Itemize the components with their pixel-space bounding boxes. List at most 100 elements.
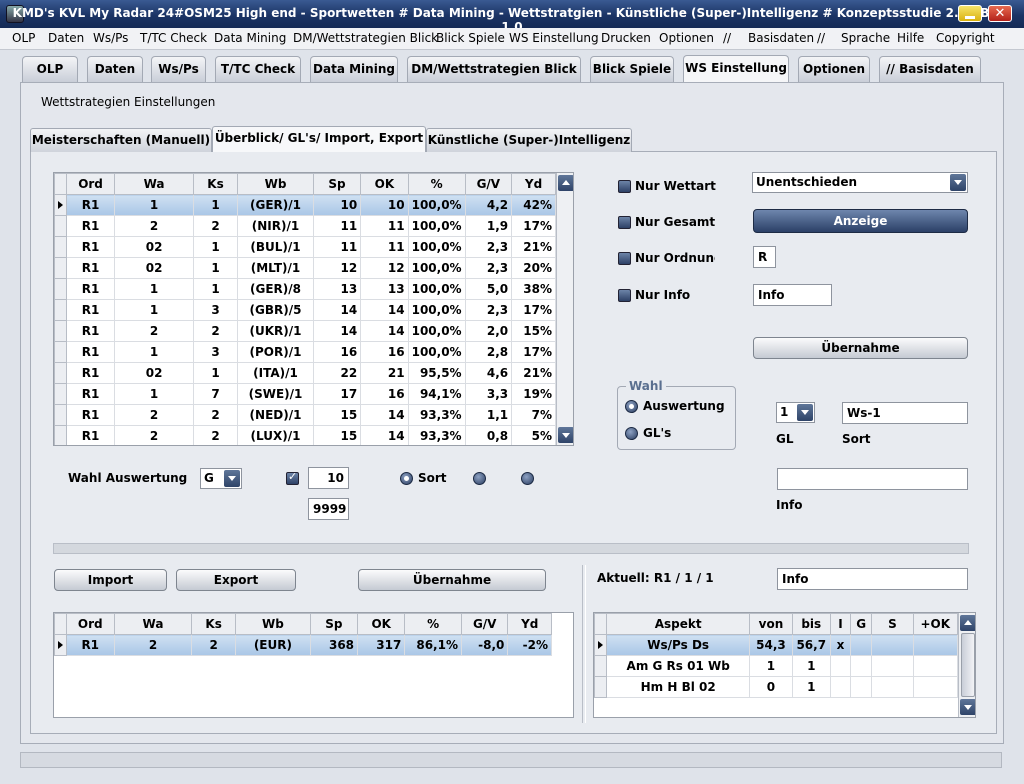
col-percent[interactable]: % xyxy=(407,173,466,195)
col-plus-ok[interactable]: +OK xyxy=(912,613,959,635)
close-button[interactable]: ✕ xyxy=(988,5,1012,22)
col-yd[interactable]: Yd xyxy=(511,173,556,195)
tab-olp[interactable]: OLP xyxy=(22,56,78,82)
summary-col-sp[interactable]: Sp xyxy=(309,613,359,635)
tab-meisterschaften[interactable]: Meisterschaften (Manuell) xyxy=(30,128,212,152)
summary-col-yd[interactable]: Yd xyxy=(507,613,552,635)
gl-combo[interactable]: 1 xyxy=(776,402,815,423)
table-row[interactable]: R1 1 3 (POR)/1 16 16 100,0% 2,8 17% xyxy=(54,341,556,363)
col-wb[interactable]: Wb xyxy=(237,173,314,195)
info-input[interactable]: Info xyxy=(753,284,832,306)
scroll-up-icon[interactable] xyxy=(960,615,975,631)
sort-radio[interactable] xyxy=(400,472,413,485)
tab-kuenstliche-intelligenz[interactable]: Künstliche (Super-)Intelligenz xyxy=(426,128,632,152)
col-i[interactable]: I xyxy=(829,613,852,635)
chevron-down-icon[interactable] xyxy=(950,174,966,191)
ordnung-input[interactable]: R xyxy=(753,246,776,268)
col-bis[interactable]: bis xyxy=(791,613,831,635)
menu-ws-ps[interactable]: Ws/Ps xyxy=(93,31,128,45)
summary-col-ord[interactable]: Ord xyxy=(65,613,115,635)
table-row[interactable]: R1 02 1 (ITA)/1 22 21 95,5% 4,6 21% xyxy=(54,362,556,384)
menu-basisdaten[interactable]: Basisdaten xyxy=(748,31,814,45)
uebernahme-filter-button[interactable]: Übernahme xyxy=(753,337,968,359)
menu-data-mining[interactable]: Data Mining xyxy=(214,31,286,45)
summary-col-wa[interactable]: Wa xyxy=(113,613,193,635)
col-wa[interactable]: Wa xyxy=(114,173,194,195)
max-input[interactable]: 9999 xyxy=(308,498,349,520)
nur-gesamt-checkbox[interactable] xyxy=(618,216,631,229)
table-row[interactable]: R1 02 1 (BUL)/1 11 11 100,0% 2,3 21% xyxy=(54,236,556,258)
tab-data-mining[interactable]: Data Mining xyxy=(310,56,398,82)
menu-optionen[interactable]: Optionen xyxy=(659,31,714,45)
strategy-table-scrollbar[interactable] xyxy=(556,173,573,445)
auswertung-radio[interactable] xyxy=(625,400,638,413)
menu-daten[interactable]: Daten xyxy=(48,31,84,45)
tab-ws-ps[interactable]: Ws/Ps xyxy=(151,56,206,82)
table-row[interactable]: R1 1 1 (GER)/8 13 13 100,0% 5,0 38% xyxy=(54,278,556,300)
chevron-down-icon[interactable] xyxy=(797,404,813,421)
menu-dm-wettstrategien-blick[interactable]: DM/Wettstrategien Blick xyxy=(293,31,438,45)
summary-col-gv[interactable]: G/V xyxy=(460,613,509,635)
table-row[interactable]: R1 1 3 (GBR)/5 14 14 100,0% 2,3 17% xyxy=(54,299,556,321)
col-sp[interactable]: Sp xyxy=(312,173,362,195)
menu-blick-spiele[interactable]: Blick Spiele xyxy=(436,31,505,45)
summary-col-ks[interactable]: Ks xyxy=(191,613,237,635)
gls-radio[interactable] xyxy=(625,427,638,440)
option-radio-3[interactable] xyxy=(521,472,534,485)
tab-t-tc-check[interactable]: T/TC Check xyxy=(215,56,301,82)
nur-ordnung-checkbox[interactable] xyxy=(618,252,631,265)
aktuell-info-input[interactable]: Info xyxy=(777,568,968,590)
col-ok[interactable]: OK xyxy=(360,173,409,195)
aspect-row[interactable]: Hm H Bl 02 0 1 xyxy=(594,676,959,698)
summary-row[interactable]: R1 2 2 (EUR) 368 317 86,1% -8,0 -2% xyxy=(54,634,552,656)
gl-info-input[interactable] xyxy=(777,468,968,490)
minimize-button[interactable] xyxy=(958,5,982,22)
summary-col-wb[interactable]: Wb xyxy=(235,613,311,635)
aspect-table-scrollbar[interactable] xyxy=(958,613,975,717)
col-s[interactable]: S xyxy=(871,613,914,635)
menu-drucken[interactable]: Drucken xyxy=(601,31,651,45)
table-row[interactable]: R1 2 2 (LUX)/1 15 14 93,3% 0,8 5% xyxy=(54,425,556,445)
col-g[interactable]: G xyxy=(850,613,873,635)
col-von[interactable]: von xyxy=(749,613,793,635)
option-radio-2[interactable] xyxy=(473,472,486,485)
aspect-row[interactable]: Ws/Ps Ds 54,3 56,7 x xyxy=(594,634,959,656)
col-aspekt[interactable]: Aspekt xyxy=(606,613,751,635)
tab-ws-einstellung[interactable]: WS Einstellung xyxy=(683,55,789,83)
wettart-combo[interactable]: Unentschieden xyxy=(752,172,968,193)
aspect-row[interactable]: Am G Rs 01 Wb 1 1 xyxy=(594,655,959,677)
count-input[interactable]: 10 xyxy=(308,467,349,489)
count-checkbox[interactable] xyxy=(286,470,299,485)
uebernahme-button[interactable]: Übernahme xyxy=(358,569,546,591)
scroll-down-icon[interactable] xyxy=(960,699,975,715)
tab-daten[interactable]: Daten xyxy=(87,56,143,82)
import-button[interactable]: Import xyxy=(54,569,167,591)
tab-optionen[interactable]: Optionen xyxy=(798,56,870,82)
table-row[interactable]: R1 2 2 (NED)/1 15 14 93,3% 1,1 7% xyxy=(54,404,556,426)
col-ks[interactable]: Ks xyxy=(192,173,239,195)
summary-col-percent[interactable]: % xyxy=(404,613,462,635)
sort-input[interactable]: Ws-1 xyxy=(842,402,968,424)
nur-info-checkbox[interactable] xyxy=(618,289,631,302)
col-gv[interactable]: G/V xyxy=(464,173,513,195)
tab-basisdaten[interactable]: // Basisdaten xyxy=(879,56,981,82)
table-row[interactable]: R1 2 2 (UKR)/1 14 14 100,0% 2,0 15% xyxy=(54,320,556,342)
export-button[interactable]: Export xyxy=(176,569,296,591)
table-row[interactable]: R1 1 1 (GER)/1 10 10 100,0% 4,2 42% xyxy=(54,194,556,216)
menu-olp[interactable]: OLP xyxy=(12,31,35,45)
auswertung-combo[interactable]: G xyxy=(200,468,242,489)
anzeige-button[interactable]: Anzeige xyxy=(753,209,968,233)
tab-ueberblick[interactable]: Überblick/ GL's/ Import, Export xyxy=(212,126,426,152)
scroll-thumb[interactable] xyxy=(961,633,975,697)
table-row[interactable]: R1 1 7 (SWE)/1 17 16 94,1% 3,3 19% xyxy=(54,383,556,405)
menu-ws-einstellung[interactable]: WS Einstellung xyxy=(509,31,599,45)
tab-dm-wettstrategien-blick[interactable]: DM/Wettstrategien Blick xyxy=(407,56,581,82)
scroll-up-icon[interactable] xyxy=(558,175,573,191)
menu-hilfe[interactable]: Hilfe xyxy=(897,31,924,45)
col-ord[interactable]: Ord xyxy=(65,173,116,195)
scroll-down-icon[interactable] xyxy=(558,427,573,443)
table-row[interactable]: R1 2 2 (NIR)/1 11 11 100,0% 1,9 17% xyxy=(54,215,556,237)
menu-copyright[interactable]: Copyright xyxy=(936,31,995,45)
summary-col-ok[interactable]: OK xyxy=(357,613,406,635)
menu-sprache[interactable]: Sprache xyxy=(841,31,890,45)
